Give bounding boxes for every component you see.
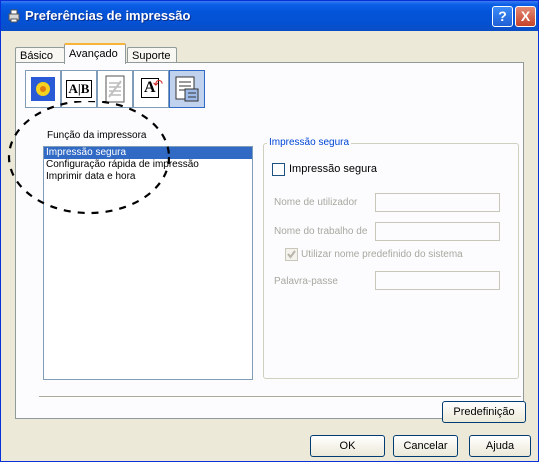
job-name-label: Nome do trabalho de [274, 226, 368, 237]
panel-separator [39, 396, 521, 398]
secure-print-checkbox-label: Impressão segura [289, 163, 378, 175]
highlight-ellipse [7, 101, 171, 215]
use-default-name-label: Utilizar nome predefinido do sistema [301, 249, 463, 260]
secure-print-checkbox[interactable] [272, 163, 285, 176]
font-icon: A ↶ [139, 77, 163, 101]
title-bar[interactable]: Preferências de impressão ? X [1, 1, 538, 31]
quality-icon [31, 77, 55, 101]
help-title-button[interactable]: ? [492, 6, 513, 27]
tab-avancado[interactable]: Avançado [64, 43, 126, 64]
checkmark-icon [287, 250, 296, 259]
user-name-label: Nome de utilizador [274, 197, 358, 208]
ok-button[interactable]: OK [310, 435, 385, 457]
device-options-icon [175, 76, 199, 102]
password-field[interactable] [375, 271, 500, 290]
window-title: Preferências de impressão [25, 8, 191, 23]
secure-print-group [263, 143, 519, 379]
close-button[interactable]: X [515, 6, 536, 27]
duplex-icon: A|B [65, 80, 93, 98]
user-name-field[interactable] [375, 193, 500, 212]
password-label: Palavra-passe [274, 276, 338, 287]
job-name-field[interactable] [375, 222, 500, 241]
watermark-icon [105, 75, 125, 103]
secure-print-group-title: Impressão segura [267, 137, 352, 148]
use-default-name-checkbox[interactable] [285, 248, 298, 261]
default-button[interactable]: Predefinição [442, 401, 526, 423]
help-button[interactable]: Ajuda [469, 435, 531, 457]
cancel-button[interactable]: Cancelar [393, 435, 458, 457]
print-preferences-window: Preferências de impressão ? X Básico Ava… [0, 0, 539, 462]
printer-icon [8, 9, 20, 23]
